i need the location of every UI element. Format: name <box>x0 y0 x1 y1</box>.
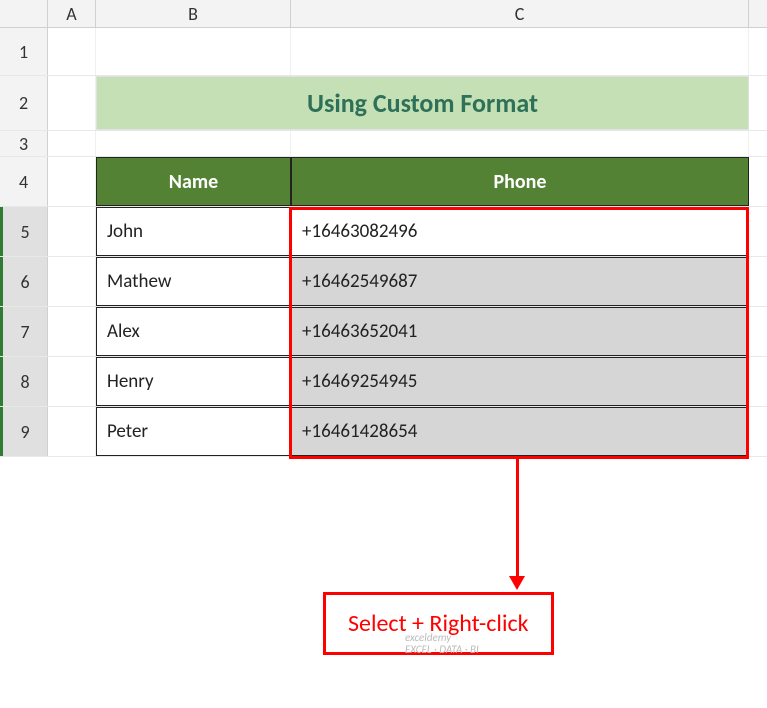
row-header-8[interactable]: 8 <box>0 357 48 406</box>
row-6: 6 Mathew +16462549687 <box>0 257 767 307</box>
col-header-C[interactable]: C <box>291 0 749 27</box>
cell-A7[interactable] <box>48 307 96 356</box>
row-4: 4 Name Phone <box>0 157 767 207</box>
col-header-A[interactable]: A <box>48 0 96 27</box>
spreadsheet: A B C 1 2 Using Custom Format 3 4 Name P… <box>0 0 767 708</box>
cell-B3[interactable] <box>96 131 291 156</box>
row-1: 1 <box>0 28 767 76</box>
cell-C3[interactable] <box>291 131 749 156</box>
cell-phone-6[interactable]: +16462549687 <box>291 257 749 306</box>
row-header-6[interactable]: 6 <box>0 257 48 306</box>
title-cell[interactable]: Using Custom Format <box>96 76 749 130</box>
row-header-2[interactable]: 2 <box>0 76 48 130</box>
cell-name-8[interactable]: Henry <box>96 357 291 406</box>
row-header-1[interactable]: 1 <box>0 28 48 75</box>
cell-B1[interactable] <box>96 28 291 75</box>
column-headers: A B C <box>0 0 767 28</box>
row-9: 9 Peter +16461428654 <box>0 407 767 457</box>
cell-phone-7[interactable]: +16463652041 <box>291 307 749 356</box>
row-3: 3 <box>0 131 767 157</box>
watermark-line2: EXCEL · DATA · BI <box>405 644 479 656</box>
cell-phone-5[interactable]: +16463082496 <box>291 207 749 256</box>
cell-A9[interactable] <box>48 407 96 456</box>
row-8: 8 Henry +16469254945 <box>0 357 767 407</box>
cell-A8[interactable] <box>48 357 96 406</box>
row-header-3[interactable]: 3 <box>0 131 48 156</box>
row-2: 2 Using Custom Format <box>0 76 767 131</box>
arrow-line <box>516 459 519 579</box>
cell-name-6[interactable]: Mathew <box>96 257 291 306</box>
cell-A3[interactable] <box>48 131 96 156</box>
row-5: 5 John +16463082496 <box>0 207 767 257</box>
cell-A2[interactable] <box>48 76 96 130</box>
row-header-5[interactable]: 5 <box>0 207 48 256</box>
cell-A6[interactable] <box>48 257 96 306</box>
select-all-corner[interactable] <box>0 0 48 27</box>
arrow-head-icon <box>509 576 525 590</box>
col-header-B[interactable]: B <box>96 0 291 27</box>
cell-phone-8[interactable]: +16469254945 <box>291 357 749 406</box>
header-phone[interactable]: Phone <box>291 157 749 206</box>
cell-A4[interactable] <box>48 157 96 206</box>
watermark: exceldemy EXCEL · DATA · BI <box>405 632 479 656</box>
cell-name-7[interactable]: Alex <box>96 307 291 356</box>
row-header-9[interactable]: 9 <box>0 407 48 456</box>
row-7: 7 Alex +16463652041 <box>0 307 767 357</box>
cell-A1[interactable] <box>48 28 96 75</box>
cell-A5[interactable] <box>48 207 96 256</box>
header-name[interactable]: Name <box>96 157 291 206</box>
cell-name-9[interactable]: Peter <box>96 407 291 456</box>
row-header-4[interactable]: 4 <box>0 157 48 206</box>
cell-name-5[interactable]: John <box>96 207 291 256</box>
row-header-7[interactable]: 7 <box>0 307 48 356</box>
cell-C1[interactable] <box>291 28 749 75</box>
cell-phone-9[interactable]: +16461428654 <box>291 407 749 456</box>
